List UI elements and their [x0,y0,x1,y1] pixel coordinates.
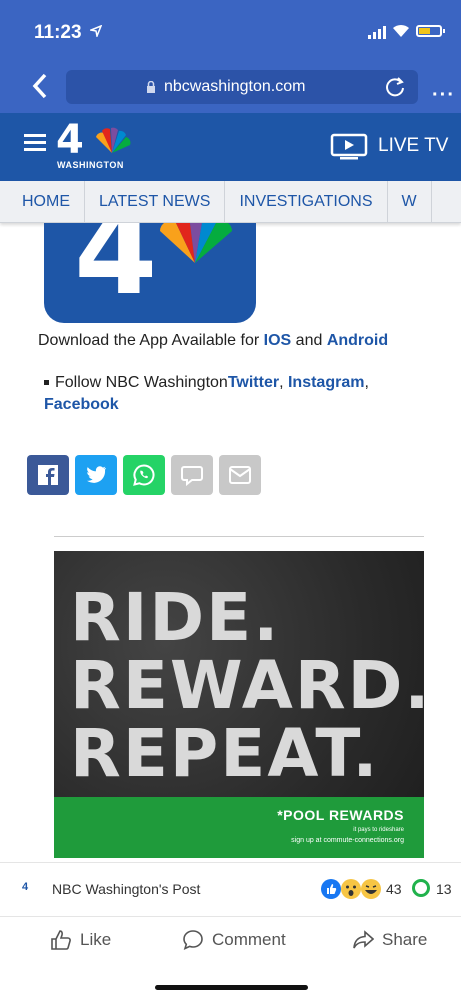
follow-label: Follow NBC Washington [55,374,228,391]
menu-icon[interactable] [24,134,46,152]
app-download-text: Download the App Available for IOS and A… [38,332,388,350]
page-logo: 4 [22,881,29,893]
ad-line-1: RIDE. [70,579,281,656]
twitter-link[interactable]: Twitter [228,374,279,391]
comment-button[interactable]: Comment [182,929,286,951]
app-promo-image[interactable]: 4 [44,223,256,323]
comment-label: Comment [212,930,286,949]
share-buttons [27,455,261,495]
home-indicator[interactable] [155,985,308,990]
divider [54,536,424,537]
nav-investigations[interactable]: INVESTIGATIONS [225,181,388,223]
nav-latest-news[interactable]: LATEST NEWS [85,181,226,223]
and-text: and [295,332,323,349]
logo-number[interactable]: 4 [56,117,84,163]
share-email-button[interactable] [219,455,261,495]
lock-icon [147,81,155,93]
ad-line-2: REWARD. [70,647,424,724]
ad-tagline: it pays to rideshare [353,827,404,833]
reload-icon[interactable] [384,76,406,98]
share-label: Share [382,930,428,949]
reaction-count: 43 [386,881,402,897]
email-icon [229,466,251,484]
url-text: nbcwashington.com [164,78,306,95]
status-bar: 11:23 [0,0,461,62]
screen: 11:23 nbcwashington.com ··· 4 WASHINGTON [0,0,461,999]
back-icon[interactable] [30,72,50,100]
tv-icon[interactable] [330,133,368,161]
comment-count: 13 [436,881,452,897]
peacock-logo-icon [96,127,131,153]
facebook-icon [38,465,58,485]
wifi-icon [393,24,409,37]
app-download-label: Download the App Available for [38,332,260,349]
nav-home[interactable]: HOME [0,181,85,223]
section-nav: HOME LATEST NEWS INVESTIGATIONS W [0,181,461,223]
facebook-link[interactable]: Facebook [44,396,119,413]
battery-icon [416,25,445,37]
comment-count-icon [412,879,430,897]
share-comment-button[interactable] [171,455,213,495]
url-bar[interactable]: nbcwashington.com [66,70,418,104]
comment-icon [181,466,203,486]
nbc-header: 4 WASHINGTON LIVE TV [0,113,461,181]
twitter-icon [86,466,106,483]
post-title[interactable]: NBC Washington's Post [52,881,200,897]
live-tv-button[interactable]: LIVE TV [378,135,448,157]
advertisement[interactable]: RIDE. REWARD. REPEAT. *POOL REWARDS it p… [54,551,424,858]
reactions-icon[interactable] [320,878,384,900]
facebook-post-bar: 4 NBC Washington's Post 43 13 [0,862,461,916]
ad-line-3: REPEAT. [70,715,380,792]
like-label: Like [80,930,112,949]
cellular-signal-icon [368,26,386,39]
nav-more[interactable]: W [388,181,432,223]
peacock-logo-icon [160,223,232,263]
ad-brand: *POOL REWARDS [277,807,404,823]
follow-text: Follow NBC WashingtonTwitter, Instagram,… [44,374,369,413]
app-logo-number: 4 [74,223,158,322]
like-button[interactable]: Like [50,929,111,951]
location-arrow-icon [90,25,102,37]
bullet-icon [44,380,49,386]
share-button[interactable]: Share [352,929,427,951]
comment-bubble-icon [183,930,203,950]
share-arrow-icon [353,930,374,949]
share-twitter-button[interactable] [75,455,117,495]
ios-link[interactable]: IOS [264,332,292,349]
share-facebook-button[interactable] [27,455,69,495]
browser-top-bar: 11:23 nbcwashington.com ··· [0,0,461,113]
logo-text: WASHINGTON [57,160,124,170]
ad-footer: *POOL REWARDS it pays to rideshare sign … [54,797,424,858]
ad-signup: sign up at commute-connections.org [291,837,404,844]
whatsapp-icon [133,464,155,486]
android-link[interactable]: Android [327,332,388,349]
instagram-link[interactable]: Instagram [288,374,364,391]
share-whatsapp-button[interactable] [123,455,165,495]
more-options-button[interactable]: ··· [432,84,455,107]
facebook-actions: Like Comment Share [0,916,461,960]
status-time: 11:23 [34,22,82,43]
thumbs-up-icon [51,930,71,950]
